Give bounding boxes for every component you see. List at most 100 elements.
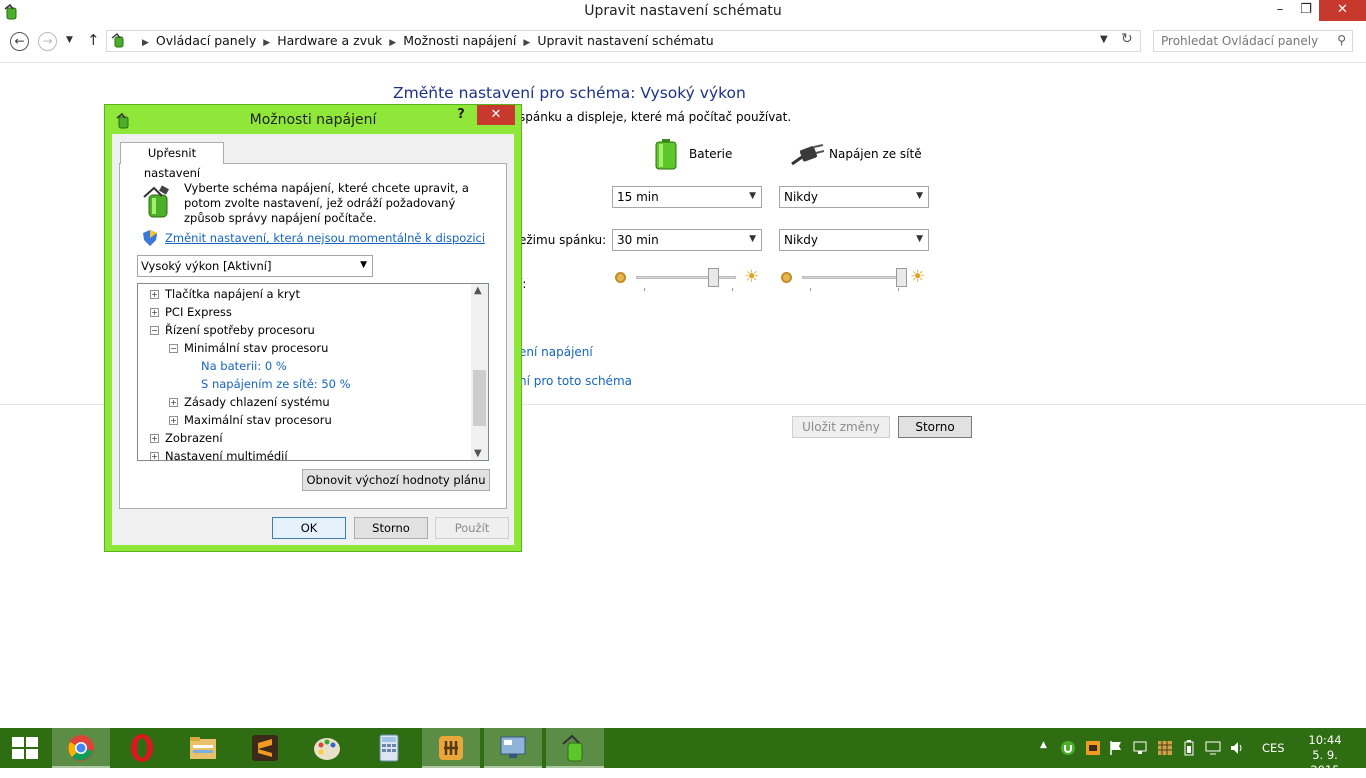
tree-value-item[interactable]: Na baterii: 0 %	[201, 357, 287, 375]
slider-thumb[interactable]	[708, 268, 719, 287]
taskbar-opera[interactable]	[113, 728, 171, 768]
language-indicator[interactable]: CES	[1262, 741, 1285, 755]
restore-defaults-link[interactable]: ní pro toto schéma	[519, 374, 632, 388]
tree-item[interactable]: + Nastavení multimédií	[150, 447, 288, 460]
tree-item[interactable]: + Tlačítka napájení a kryt	[150, 285, 300, 303]
chrome-icon	[68, 735, 94, 761]
brightness-battery-slider[interactable]: ☀	[612, 266, 772, 292]
recent-locations-icon[interactable]: ▼	[66, 35, 73, 45]
monitor-tray-icon[interactable]	[1205, 740, 1221, 756]
expand-icon[interactable]: +	[150, 452, 159, 460]
tree-item[interactable]: − Minimální stav procesoru	[169, 339, 328, 357]
taskbar-paint[interactable]	[298, 728, 356, 768]
advanced-settings-link[interactable]: ení napájení	[519, 345, 593, 359]
select-value: Nikdy	[784, 190, 818, 204]
clock-date: 5. 9. 2015	[1310, 748, 1340, 777]
tree-item[interactable]: − Řízení spotřeby procesoru	[150, 321, 315, 339]
ok-button[interactable]: OK	[272, 517, 346, 539]
close-button[interactable]: ✕	[1319, 0, 1366, 21]
taskbar-sublime[interactable]	[236, 728, 294, 768]
tree-scrollbar[interactable]: ▲ ▼	[471, 284, 488, 460]
dim-brightness-icon	[781, 272, 792, 283]
tree-item[interactable]: + PCI Express	[150, 303, 232, 321]
sublime-tray-icon[interactable]	[1085, 740, 1101, 756]
search-input[interactable]: Prohledat Ovládací panely ⚲	[1153, 30, 1353, 52]
dialog-cancel-button[interactable]: Storno	[354, 517, 428, 539]
slider-tick	[898, 288, 899, 291]
forward-button[interactable]: →	[38, 32, 57, 51]
settings-tree[interactable]: + Tlačítka napájení a kryt + PCI Express − Ří…	[137, 283, 489, 461]
tree-item[interactable]: + Maximální stav procesoru	[169, 411, 332, 429]
chevron-down-icon[interactable]: ▼	[1100, 34, 1108, 45]
expand-icon[interactable]: +	[150, 290, 159, 299]
tree-value-item[interactable]: S napájením ze sítě: 50 %	[201, 375, 351, 393]
slider-track	[636, 276, 736, 279]
network-tray-icon[interactable]	[1132, 740, 1148, 756]
expand-icon[interactable]: +	[150, 308, 159, 317]
expand-icon[interactable]: +	[150, 434, 159, 443]
plugin-icon	[439, 736, 463, 760]
slider-tick	[644, 288, 645, 291]
control-panel-icon	[111, 33, 124, 48]
taskbar-calculator[interactable]	[360, 728, 418, 768]
clock[interactable]: 10:44 5. 9. 2015	[1300, 733, 1350, 778]
flag-icon[interactable]	[1108, 740, 1124, 756]
grid-app-icon[interactable]	[1157, 740, 1173, 756]
expand-icon[interactable]: +	[169, 416, 178, 425]
sleep-battery-select[interactable]: 30 min ▼	[612, 229, 762, 251]
collapse-icon[interactable]: −	[169, 344, 178, 353]
crumb-control-panel[interactable]: Ovládací panely	[156, 33, 256, 48]
help-button[interactable]: ?	[452, 107, 470, 122]
tree-item[interactable]: + Zásady chlazení systému	[169, 393, 330, 411]
crumb-hardware-sound[interactable]: Hardware a zvuk	[277, 33, 382, 48]
sleep-plugged-select[interactable]: Nikdy ▼	[779, 229, 929, 251]
scroll-down-icon[interactable]: ▼	[474, 448, 482, 459]
up-button[interactable]: ↑	[87, 31, 100, 49]
dialog-close-button[interactable]: ✕	[477, 105, 515, 125]
search-icon[interactable]: ⚲	[1337, 33, 1346, 47]
collapse-icon[interactable]: −	[150, 326, 159, 335]
expand-icon[interactable]: +	[169, 398, 178, 407]
volume-icon[interactable]	[1229, 740, 1245, 756]
breadcrumb[interactable]: ▶ Ovládací panely ▶ Hardware a zvuk ▶ Možnost…	[106, 30, 1141, 52]
crumb-power-options[interactable]: Možnosti napájení	[403, 33, 516, 48]
scheme-select[interactable]: Vysoký výkon [Aktivní] ▼	[137, 255, 373, 277]
utorrent-icon[interactable]	[1060, 740, 1076, 756]
windows-start-icon[interactable]	[12, 737, 38, 759]
apply-button[interactable]: Použít	[435, 517, 509, 539]
tree-item-label: Řízení spotřeby procesoru	[165, 323, 315, 337]
divider	[0, 62, 1366, 63]
bright-sun-icon: ☀	[744, 267, 760, 287]
taskbar-power-options[interactable]	[546, 728, 604, 768]
scrollbar-thumb[interactable]	[473, 370, 486, 426]
refresh-icon[interactable]: ↻	[1121, 31, 1133, 47]
back-button[interactable]: ←	[10, 32, 29, 51]
slider-thumb[interactable]	[896, 268, 907, 287]
file-explorer-icon	[190, 737, 216, 759]
taskbar-remote-desktop[interactable]	[484, 728, 542, 768]
taskbar-chrome[interactable]	[52, 728, 110, 768]
battery-tray-icon[interactable]	[1181, 740, 1197, 756]
select-value: Nikdy	[784, 233, 818, 247]
window-title: Upravit nastavení schématu	[584, 3, 782, 19]
restore-plan-defaults-button[interactable]: Obnovit výchozí hodnoty plánu	[302, 469, 490, 491]
save-changes-button[interactable]: Uložit změny	[792, 416, 890, 438]
tree-item[interactable]: + Zobrazení	[150, 429, 223, 447]
crumb-edit-plan[interactable]: Upravit nastavení schématu	[537, 33, 713, 48]
taskbar-file-explorer[interactable]	[174, 728, 232, 768]
tab-advanced-settings[interactable]: Upřesnit nastavení	[120, 142, 224, 180]
select-value: 15 min	[617, 190, 659, 204]
tree-item-label: Na baterii: 0 %	[201, 359, 287, 373]
show-hidden-icons[interactable]: ▲	[1040, 740, 1047, 750]
scroll-up-icon[interactable]: ▲	[474, 285, 482, 296]
tree-item-label: Minimální stav procesoru	[184, 341, 329, 355]
minimize-button[interactable]: –	[1267, 0, 1293, 21]
display-off-battery-select[interactable]: 15 min ▼	[612, 186, 762, 208]
change-unavailable-settings-link[interactable]: Změnit nastavení, která nejsou momentáln…	[165, 231, 485, 245]
display-off-plugged-select[interactable]: Nikdy ▼	[779, 186, 929, 208]
cancel-button[interactable]: Storno	[898, 416, 972, 438]
taskbar-plugin-app[interactable]	[422, 728, 480, 768]
brightness-plugged-slider[interactable]: ☀	[778, 266, 938, 292]
chevron-down-icon: ▼	[916, 191, 923, 201]
maximize-button[interactable]: ❐	[1293, 0, 1319, 21]
